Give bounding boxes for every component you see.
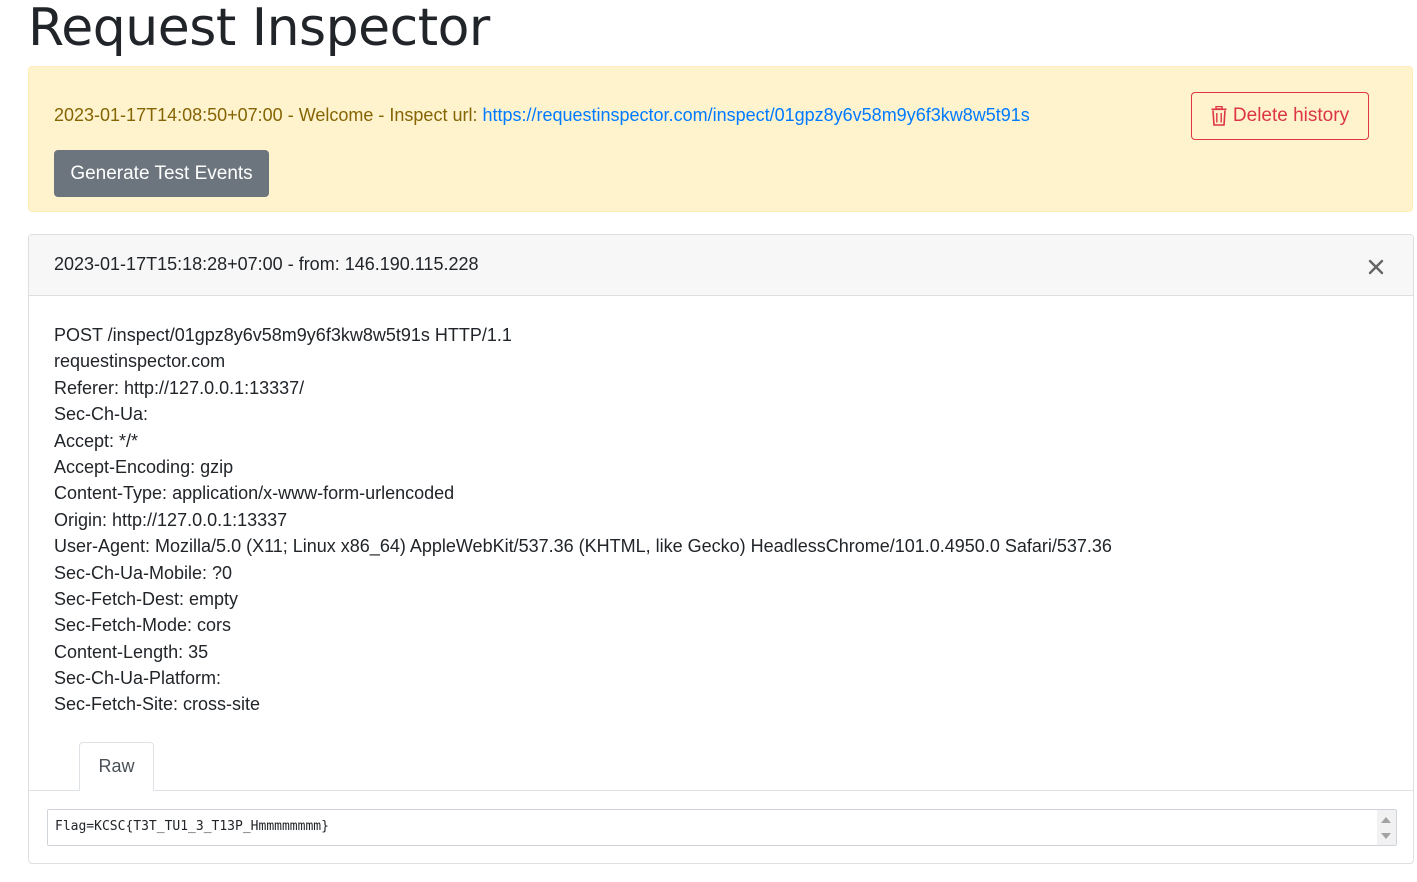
- trash-icon: [1211, 106, 1227, 126]
- tab-divider: [29, 790, 1413, 791]
- request-headers-list: POST /inspect/01gpz8y6v58m9y6f3kw8w5t91s…: [54, 322, 1112, 718]
- header-line: Sec-Ch-Ua:: [54, 404, 149, 425]
- welcome-separator: -: [282, 105, 299, 125]
- event-header-text: 2023-01-17T15:18:28+07:00 - from: 146.19…: [54, 254, 479, 274]
- inspect-url-link[interactable]: https://requestinspector.com/inspect/01g…: [482, 105, 1029, 125]
- generate-test-events-button[interactable]: Generate Test Events: [54, 150, 269, 197]
- welcome-label: Welcome: [298, 105, 374, 125]
- header-line: Accept-Encoding: gzip: [54, 456, 234, 477]
- header-line: Sec-Ch-Ua-Platform:: [54, 668, 222, 689]
- delete-history-label: Delete history: [1232, 105, 1350, 126]
- welcome-alert: 2023-01-17T14:08:50+07:00 - Welcome - In…: [28, 66, 1413, 212]
- page-title: Request Inspector: [28, 0, 490, 58]
- header-line: Referer: http://127.0.0.1:13337/: [54, 377, 305, 398]
- scroll-up-arrow-icon[interactable]: [1381, 817, 1391, 823]
- request-line: POST /inspect/01gpz8y6v58m9y6f3kw8w5t91s…: [54, 325, 512, 345]
- close-icon: [1368, 259, 1384, 278]
- inspect-url-label: Inspect url:: [389, 105, 483, 125]
- header-line: User-Agent: Mozilla/5.0 (X11; Linux x86_…: [54, 536, 1112, 557]
- event-header: 2023-01-17T15:18:28+07:00 - from: 146.19…: [29, 235, 1413, 296]
- tab-raw[interactable]: Raw: [79, 742, 154, 791]
- header-line: Sec-Fetch-Site: cross-site: [54, 694, 261, 715]
- welcome-timestamp: 2023-01-17T14:08:50+07:00: [54, 105, 283, 125]
- welcome-separator: -: [373, 105, 390, 125]
- body-scrollbar[interactable]: [1377, 810, 1396, 845]
- event-card: 2023-01-17T15:18:28+07:00 - from: 146.19…: [28, 234, 1414, 864]
- header-line: Origin: http://127.0.0.1:13337: [54, 509, 288, 530]
- header-line: Accept: */*: [54, 430, 139, 451]
- scroll-down-arrow-icon[interactable]: [1381, 833, 1391, 839]
- close-event-button[interactable]: [1365, 254, 1387, 278]
- delete-history-button[interactable]: Delete history: [1191, 92, 1369, 140]
- header-line: requestinspector.com: [54, 351, 226, 372]
- request-body-textarea[interactable]: Flag=KCSC{T3T_TU1_3_T13P_Hmmmmmmmm}: [47, 809, 1397, 846]
- header-line: Sec-Ch-Ua-Mobile: ?0: [54, 562, 233, 583]
- header-line: Sec-Fetch-Mode: cors: [54, 615, 232, 636]
- header-line: Sec-Fetch-Dest: empty: [54, 588, 239, 609]
- request-body-text: Flag=KCSC{T3T_TU1_3_T13P_Hmmmmmmmm}: [55, 819, 329, 834]
- header-line: Content-Length: 35: [54, 641, 209, 662]
- header-line: Content-Type: application/x-www-form-url…: [54, 483, 455, 504]
- welcome-message: 2023-01-17T14:08:50+07:00 - Welcome - In…: [54, 105, 1030, 126]
